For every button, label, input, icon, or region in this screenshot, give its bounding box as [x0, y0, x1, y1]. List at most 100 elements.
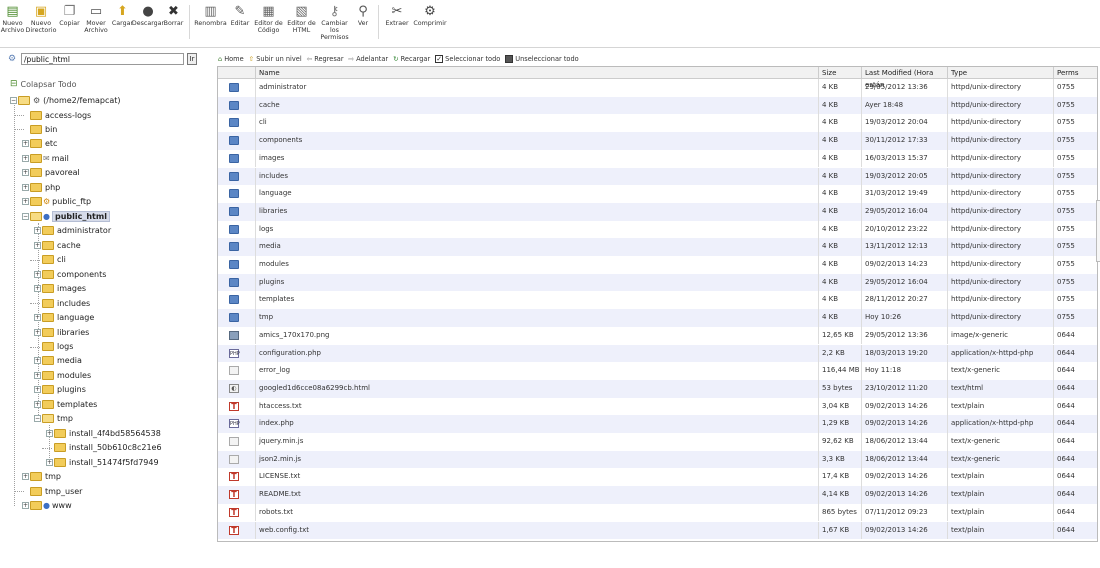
home-link[interactable]: ⌂ Home — [218, 55, 244, 63]
table-row[interactable]: amics_170x170.png 12,65 KB 29/05/2012 13:3… — [218, 326, 1097, 345]
toolbar-button-12[interactable]: ⚲ Ver — [351, 3, 375, 28]
table-row[interactable]: tmp 4 KB Hoy 10:26 httpd/unix-directory 0755 — [218, 309, 1097, 327]
table-row[interactable]: cli 4 KB 19/03/2012 20:04 httpd/unix-direct… — [218, 114, 1097, 133]
header-type[interactable]: Type — [948, 67, 1054, 79]
expand-toggle-icon[interactable]: + — [22, 140, 29, 148]
tree-item[interactable]: + language — [34, 312, 94, 324]
expand-toggle-icon[interactable]: + — [34, 357, 41, 365]
expand-toggle-icon[interactable]: + — [34, 285, 41, 293]
toolbar-button-2[interactable]: ❐ Copiar — [57, 3, 82, 28]
tree-item[interactable]: bin — [22, 123, 57, 135]
table-row[interactable]: T LICENSE.txt 17,4 KB 09/02/2013 14:26 text/… — [218, 468, 1097, 487]
table-row[interactable]: json2.min.js 3,3 KB 18/06/2012 13:44 text/x… — [218, 450, 1097, 469]
tree-item[interactable]: + modules — [34, 369, 91, 381]
expand-toggle-icon[interactable]: + — [22, 169, 29, 177]
toolbar-button-7[interactable]: ▥ Renombra — [193, 3, 228, 28]
table-row[interactable]: jquery.min.js 92,62 KB 18/06/2012 13:44 tex… — [218, 433, 1097, 451]
collapse-toggle-icon[interactable]: − — [34, 415, 41, 423]
table-row[interactable]: media 4 KB 13/11/2012 12:13 httpd/unix-dire… — [218, 238, 1097, 256]
select-all-link[interactable]: ✓ Seleccionar todo — [435, 55, 500, 63]
expand-toggle-icon[interactable]: + — [34, 227, 41, 235]
tree-item[interactable]: − tmp — [34, 413, 73, 425]
table-row[interactable]: T README.txt 4,14 KB 09/02/2013 14:26 text/p… — [218, 486, 1097, 504]
expand-toggle-icon[interactable]: + — [34, 314, 41, 322]
toolbar-button-6[interactable]: ✖ Borrar — [161, 3, 186, 28]
tree-item[interactable]: tmp_user — [22, 485, 82, 497]
table-row[interactable]: ◐ googled1d6cce08a6299cb.html 53 bytes 23/1… — [218, 379, 1097, 398]
tree-item[interactable]: − ● public_html — [22, 210, 110, 222]
table-row[interactable]: cache 4 KB Ayer 18:48 httpd/unix-directory 0… — [218, 96, 1097, 115]
tree-item[interactable]: access-logs — [22, 109, 91, 121]
table-row[interactable]: includes 4 KB 19/03/2012 20:05 httpd/unix-d… — [218, 167, 1097, 186]
unselect-all-link[interactable]: Unseleccionar todo — [505, 55, 579, 63]
expand-toggle-icon[interactable]: + — [22, 198, 29, 206]
expand-toggle-icon[interactable]: + — [34, 270, 41, 278]
tree-item[interactable]: + images — [34, 283, 86, 295]
scrollbar-handle[interactable] — [1096, 200, 1100, 262]
toolbar-button-13[interactable]: ✂ Extraer — [382, 3, 412, 28]
toolbar-button-11[interactable]: ⚷ Cambiar los Permisos — [318, 3, 351, 42]
tree-item[interactable]: logs — [34, 341, 73, 353]
tree-item[interactable]: + ● www — [22, 500, 72, 512]
reload-link[interactable]: ↻ Recargar — [393, 55, 430, 63]
expand-toggle-icon[interactable]: + — [34, 328, 41, 336]
collapse-toggle-icon[interactable]: − — [10, 96, 17, 104]
table-row[interactable]: plugins 4 KB 29/05/2012 16:04 httpd/unix-di… — [218, 273, 1097, 292]
table-row[interactable]: administrator 4 KB 29/05/2012 13:36 httpd/u… — [218, 79, 1097, 97]
expand-toggle-icon[interactable]: + — [22, 473, 29, 481]
tree-item[interactable]: + cache — [34, 239, 81, 251]
tree-item[interactable]: + templates — [34, 398, 97, 410]
tree-item[interactable]: + components — [34, 268, 106, 280]
tree-item[interactable]: + install_51474f5fd7949 — [46, 456, 159, 468]
expand-toggle-icon[interactable]: + — [22, 154, 29, 162]
expand-toggle-icon[interactable]: + — [34, 400, 41, 408]
back-link[interactable]: ⇦ Regresar — [307, 55, 344, 63]
toolbar-button-10[interactable]: ▧ Editor de HTML — [285, 3, 318, 35]
tree-item[interactable]: + etc — [22, 138, 57, 150]
table-row[interactable]: modules 4 KB 09/02/2013 14:23 httpd/unix-di… — [218, 256, 1097, 274]
tree-item[interactable]: + libraries — [34, 326, 89, 338]
table-row[interactable]: PHP configuration.php 2,2 KB 18/03/2013 19:… — [218, 344, 1097, 363]
header-modified[interactable]: Last Modified (Hora están — [862, 67, 948, 89]
table-row[interactable]: templates 4 KB 28/11/2012 20:27 httpd/unix-… — [218, 291, 1097, 310]
table-row[interactable]: logs 4 KB 20/10/2012 23:22 httpd/unix-direc… — [218, 220, 1097, 239]
expand-toggle-icon[interactable]: + — [34, 241, 41, 249]
header-name[interactable]: Name — [256, 67, 819, 79]
header-size[interactable]: Size — [819, 67, 862, 79]
up-level-link[interactable]: ⇧ Subir un nivel — [249, 55, 302, 63]
expand-toggle-icon[interactable]: + — [22, 502, 29, 510]
tree-item[interactable]: + administrator — [34, 225, 111, 237]
path-input[interactable] — [21, 53, 184, 65]
toolbar-button-5[interactable]: ● Descargar — [132, 3, 164, 28]
table-row[interactable]: error_log 116,44 MB Hoy 11:18 text/x-generi… — [218, 362, 1097, 380]
expand-toggle-icon[interactable]: + — [22, 183, 29, 191]
tree-item[interactable]: cli — [34, 254, 66, 266]
toolbar-button-8[interactable]: ✎ Editar — [228, 3, 252, 28]
tree-item[interactable]: + pavoreal — [22, 167, 80, 179]
tree-item[interactable]: + media — [34, 355, 82, 367]
tree-root[interactable]: − ⚙ (/home2/femapcat) — [10, 94, 121, 106]
tree-item[interactable]: + ⚙ public_ftp — [22, 196, 91, 208]
tree-item[interactable]: + plugins — [34, 384, 86, 396]
expand-toggle-icon[interactable]: + — [46, 458, 53, 466]
header-perms[interactable]: Perms — [1054, 67, 1097, 79]
tree-item[interactable]: + tmp — [22, 471, 61, 483]
table-row[interactable]: libraries 4 KB 29/05/2012 16:04 httpd/unix-… — [218, 202, 1097, 221]
expand-toggle-icon[interactable]: + — [34, 371, 41, 379]
tree-item[interactable]: includes — [34, 297, 90, 309]
toolbar-button-14[interactable]: ⚙ Comprimir — [412, 3, 448, 28]
table-row[interactable]: components 4 KB 30/11/2012 17:33 httpd/unix… — [218, 132, 1097, 150]
toolbar-button-0[interactable]: ▤ Nuevo Archivo — [0, 3, 25, 35]
table-row[interactable]: Thtaccess.txt 3,04 KB 09/02/2013 14:26 text… — [218, 397, 1097, 416]
tree-item[interactable]: install_50b610c8c21e6 — [46, 442, 162, 454]
collapse-all-link[interactable]: ⊟ Colapsar Todo — [10, 78, 77, 90]
forward-link[interactable]: ⇨ Adelantar — [349, 55, 389, 63]
table-row[interactable]: images 4 KB 16/03/2013 15:37 httpd/unix-dir… — [218, 149, 1097, 168]
toolbar-button-1[interactable]: ▣ Nuevo Directorio — [25, 3, 57, 35]
toolbar-button-9[interactable]: ▦ Editor de Código — [252, 3, 285, 35]
tree-item[interactable]: + php — [22, 181, 60, 193]
toolbar-button-3[interactable]: ▭ Mover Archivo — [82, 3, 110, 35]
expand-toggle-icon[interactable]: + — [34, 386, 41, 394]
collapse-toggle-icon[interactable]: − — [22, 212, 29, 220]
expand-toggle-icon[interactable]: + — [46, 429, 53, 437]
